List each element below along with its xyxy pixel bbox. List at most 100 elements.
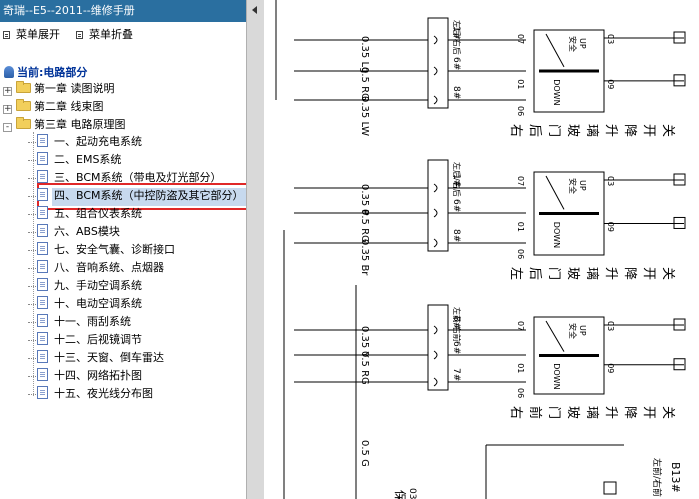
tree-item-15[interactable]: 十五、夜光线分布图 [28,386,153,402]
switch-down-label: DOWN [552,222,561,248]
switch-down-label: DOWN [552,363,561,389]
wire-label: 0.5 G [359,440,370,467]
tree-connector-dots [28,159,36,161]
tree-item-3[interactable]: 三、BCM系统（带电及灯光部分） [28,170,222,186]
collapse-pane-arrow-icon[interactable] [252,6,257,14]
connector-id: B13# [669,462,682,493]
connector-pin-symbol [433,66,438,76]
document-icon [37,152,48,165]
expand-toggle-icon[interactable]: + [3,105,12,114]
tree-item-label: 六、ABS模块 [54,225,120,238]
switch-name-char: 升 [603,406,618,419]
tree-item-label: 十三、天窗、倒车雷达 [54,351,164,364]
switch-mark: 安全 [568,323,578,339]
tree-item-4[interactable]: 四、BCM系统（中控防盗及其它部分） [28,188,244,204]
circuit-diagram-view[interactable]: 0.35 Lg 1# 0.5 RG 6# 0.35 LW 8# 左后/右后 安全 DOWN UP 0… [264,0,699,499]
switch-name-char: 璃 [584,267,599,280]
switch-name-char: 升 [603,267,618,280]
expand-menu-label: 菜单展开 [16,28,60,41]
collapse-menu-label: 菜单折叠 [89,28,133,41]
current-section-label: 当前:电路部分 [4,66,87,80]
switch-pin-label: 06 [516,106,525,116]
tree-item-7[interactable]: 七、安全气囊、诊断接口 [28,242,175,258]
tree-connector-dots [28,321,36,323]
tree-item-5[interactable]: 五、组合仪表系统 [28,206,142,222]
switch-name-char: 右 [508,406,523,419]
switch-name-char: 开 [641,267,656,280]
switch-mark: 安全 [568,36,578,52]
tree-chapter-1[interactable]: + 第一章 读图说明 [3,81,115,97]
folder-icon [16,99,31,111]
wiring-diagram: 0.35 Lg1#0.5 RG6#0.35 LW8#左后/右后 安全DOWNUP0… [275,0,686,499]
switch-pin-label: 07 [516,34,525,44]
switch-up-label: UP [578,180,587,191]
tree-item-8[interactable]: 八、音响系统、点烟器 [28,260,164,276]
chapter-label: 第二章 线束图 [34,100,104,113]
switch-contact [545,175,565,210]
wire-label: 0.5 RG [359,351,370,385]
switch-name-char: 降 [622,406,637,419]
pin-label: 6# [451,199,461,212]
tree-connector-dots [28,267,36,269]
tree-item-9[interactable]: 九、手动空调系统 [28,278,142,294]
connector-pin-symbol [433,377,438,387]
document-icon [37,188,48,201]
switch-contact [545,33,565,68]
document-icon [37,242,48,255]
tree-item-12[interactable]: 十二、后视镜调节 [28,332,142,348]
tree-item-label: 七、安全气囊、诊断接口 [54,243,175,256]
connector-pin-symbol [433,183,438,193]
tree-item-13[interactable]: 十三、天窗、倒车雷达 [28,350,164,366]
tree-item-label: 十、电动空调系统 [54,297,142,310]
tree-chapter-3[interactable]: - 第三章 电路原理图 [3,117,126,133]
document-icon [37,170,48,183]
tree-connector-dots [28,375,36,377]
switch-pin-label: 03 [606,321,615,331]
wire-label: 0.35 Br [359,239,370,276]
tree-item-6[interactable]: 六、ABS模块 [28,224,120,240]
connector-label: 左后/右后 [452,20,462,55]
connector-block [427,17,449,109]
tree-item-label: 三、BCM系统（带电及灯光部分） [54,171,222,184]
tree-item-14[interactable]: 十四、网络拓扑图 [28,368,142,384]
switch-pin-label: 06 [516,249,525,259]
tree-connector-dots [28,231,36,233]
switch-name-char: 门 [546,124,561,137]
chapter-label: 第一章 读图说明 [34,82,115,95]
chapter-label: 第三章 电路原理图 [34,118,126,131]
tree-item-label: 九、手动空调系统 [54,279,142,292]
tree-item-11[interactable]: 十一、雨刮系统 [28,314,131,330]
document-icon [37,386,48,399]
connector-block [427,304,449,391]
tree-chapter-2[interactable]: + 第二章 线束图 [3,99,104,115]
connector-pin-symbol [433,208,438,218]
tree-item-1[interactable]: 一、起动充电系统 [28,134,142,150]
switch-name-char: 前 [527,406,543,419]
tree-item-2[interactable]: 二、EMS系统 [28,152,121,168]
expand-menu-button[interactable]: 菜单展开 [3,28,60,42]
tree-connector-dots [28,339,36,341]
switch-name-char: 右 [508,124,523,137]
tree-item-10[interactable]: 十、电动空调系统 [28,296,142,312]
connector-label: 左前/右前 [651,458,663,497]
collapse-toggle-icon[interactable]: - [3,123,12,132]
tree-connector-dots [28,303,36,305]
switch-pin-label: 01 [516,222,525,232]
document-icon [37,224,48,237]
expand-toggle-icon[interactable]: + [3,87,12,96]
switch-down-label: DOWN [552,79,561,105]
pane-splitter[interactable] [246,0,264,499]
pin-label: 6# [451,57,461,70]
document-icon [37,332,48,345]
switch-pin-label: 01 [516,363,525,373]
tree-item-label: 四、BCM系统（中控防盗及其它部分） [54,189,244,202]
window-title-bar: 奇瑞--E5--2011--维修手册 [0,0,246,22]
switch-name-char: 关 [660,124,675,137]
switch-name-char: 关 [660,406,675,419]
tree-connector-dots [28,195,36,197]
document-icon [37,296,48,309]
connector-label: 左后/右后 [452,162,462,197]
connector-label: 左前/右前 [452,307,462,342]
collapse-menu-button[interactable]: 菜单折叠 [76,28,133,42]
switch-name-char: 玻 [565,267,580,280]
